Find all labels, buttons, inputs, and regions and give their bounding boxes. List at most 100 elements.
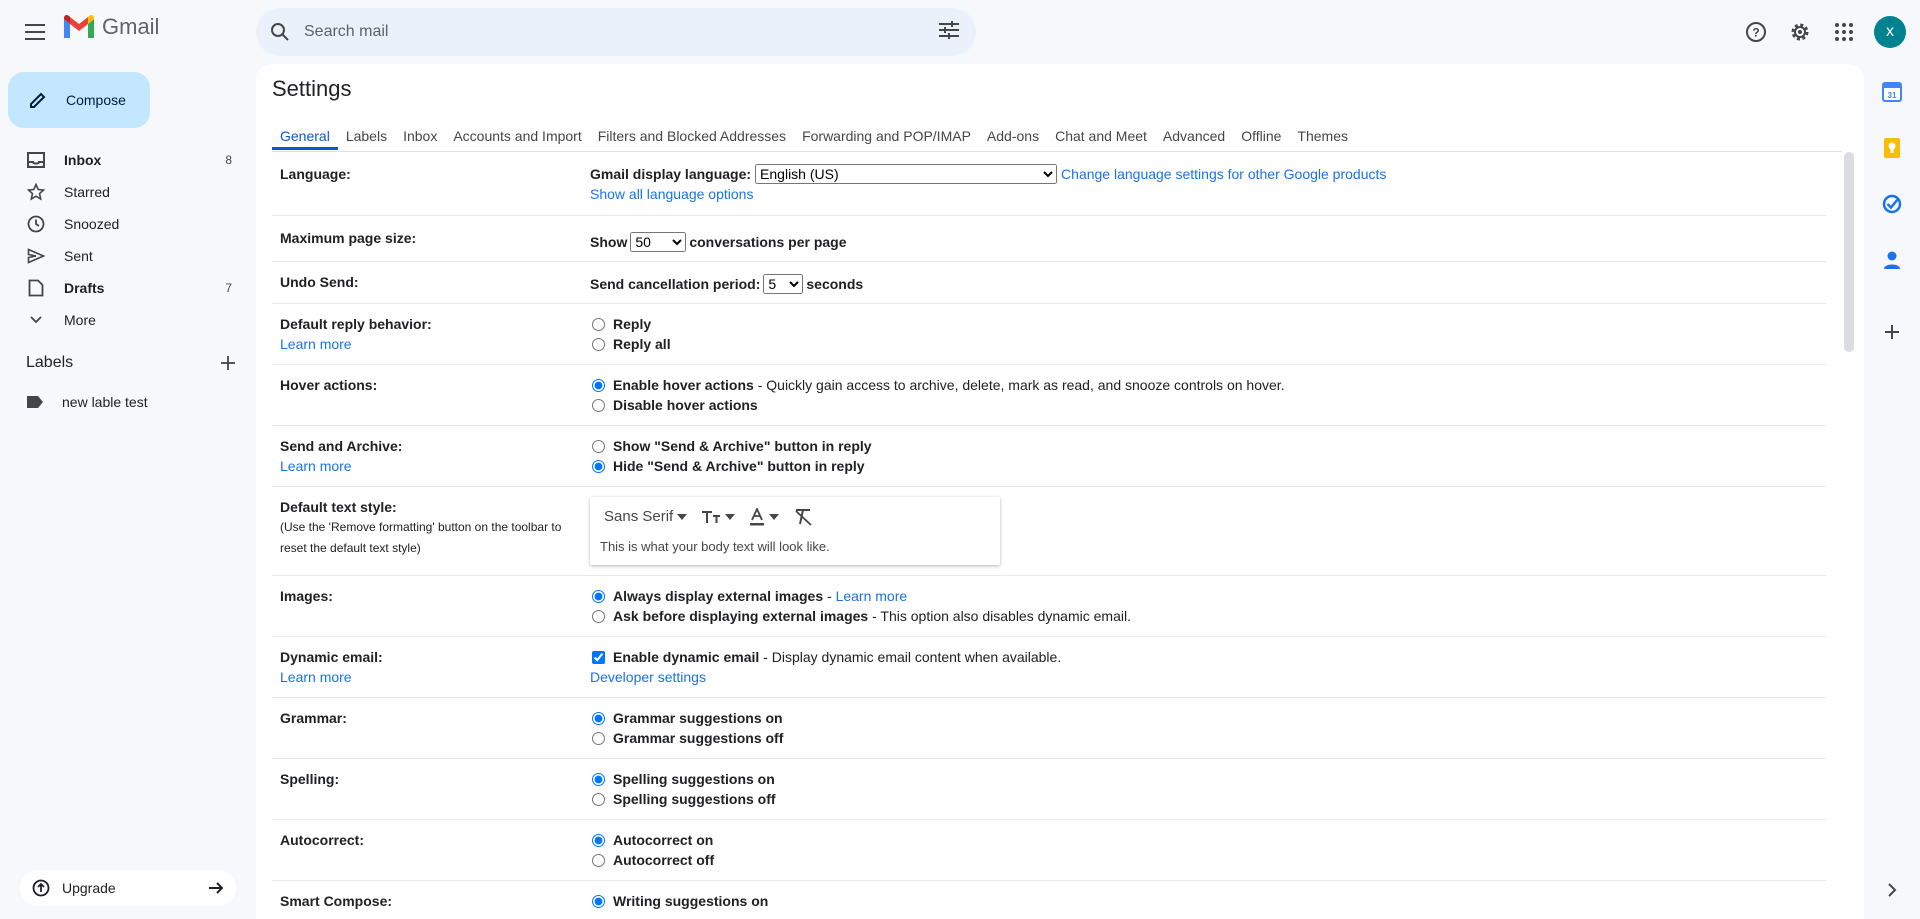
developer-settings-link[interactable]: Developer settings xyxy=(590,669,706,685)
text-color-icon xyxy=(750,508,765,526)
reply-radio[interactable] xyxy=(592,317,605,331)
writing-suggestions-on-option[interactable]: Writing suggestions on xyxy=(590,891,1826,911)
enable-hover-description: - Quickly gain access to archive, delete… xyxy=(753,377,1285,393)
autocorrect-off-option[interactable]: Autocorrect off xyxy=(590,850,1826,870)
sidebar-item-label: Starred xyxy=(64,184,110,200)
disable-hover-radio[interactable] xyxy=(592,398,605,412)
undo-send-period-select[interactable]: 5 xyxy=(763,273,804,294)
grammar-off-radio[interactable] xyxy=(592,731,605,745)
always-display-images-option[interactable]: Always display external images - Learn m… xyxy=(590,586,1826,606)
tab-offline[interactable]: Offline xyxy=(1233,120,1289,150)
main-menu-button[interactable] xyxy=(20,16,52,48)
svg-text:?: ? xyxy=(1752,26,1759,40)
spelling-on-radio[interactable] xyxy=(592,772,605,786)
ask-before-images-option[interactable]: Ask before displaying external images - … xyxy=(590,606,1826,626)
create-label-button[interactable] xyxy=(220,355,236,371)
hide-send-archive-radio[interactable] xyxy=(592,459,605,473)
tab-add-ons[interactable]: Add-ons xyxy=(979,120,1047,150)
compose-button[interactable]: Compose xyxy=(8,72,150,128)
sidebar-item-drafts[interactable]: Drafts 7 xyxy=(0,272,256,304)
autocorrect-on-radio[interactable] xyxy=(592,833,605,847)
hide-send-archive-option[interactable]: Hide "Send & Archive" button in reply xyxy=(590,456,1826,476)
gmail-logo[interactable]: Gmail xyxy=(62,14,159,40)
tasks-app-button[interactable] xyxy=(1876,188,1908,220)
sidebar-item-snoozed[interactable]: Snoozed xyxy=(0,208,256,240)
learn-more-link[interactable]: Learn more xyxy=(280,458,352,474)
reply-option[interactable]: Reply xyxy=(590,314,1826,334)
learn-more-link[interactable]: Learn more xyxy=(280,669,352,685)
settings-button[interactable] xyxy=(1780,12,1820,52)
learn-more-link[interactable]: Learn more xyxy=(836,586,908,606)
disable-hover-actions-option[interactable]: Disable hover actions xyxy=(590,395,1826,415)
page-size-select[interactable]: 50 xyxy=(630,231,687,252)
upgrade-button[interactable]: Upgrade xyxy=(20,870,236,906)
writing-suggestions-on-radio[interactable] xyxy=(592,894,605,908)
tab-inbox[interactable]: Inbox xyxy=(395,120,445,150)
show-send-archive-radio[interactable] xyxy=(592,439,605,453)
font-size-dropdown[interactable] xyxy=(701,510,736,524)
spelling-on-option[interactable]: Spelling suggestions on xyxy=(590,769,1826,789)
enable-dynamic-email-option[interactable]: Enable dynamic email - Display dynamic e… xyxy=(590,647,1826,667)
ask-before-images-radio[interactable] xyxy=(592,609,605,623)
search-bar xyxy=(256,8,976,56)
setting-row-page-size: Maximum page size: Show 50 conversations… xyxy=(272,216,1826,262)
search-button[interactable] xyxy=(256,8,304,56)
star-icon xyxy=(26,182,46,202)
font-family-value: Sans Serif xyxy=(604,508,674,525)
tab-accounts-and-import[interactable]: Accounts and Import xyxy=(445,120,589,150)
grammar-on-radio[interactable] xyxy=(592,711,605,725)
undo-send-prefix: Send cancellation period: xyxy=(590,275,761,292)
keep-app-button[interactable] xyxy=(1876,132,1908,164)
setting-label: Default reply behavior: Learn more xyxy=(280,314,590,356)
autocorrect-off-radio[interactable] xyxy=(592,853,605,867)
show-all-language-options-link[interactable]: Show all language options xyxy=(590,186,753,202)
remove-formatting-button[interactable] xyxy=(793,508,813,526)
reply-all-radio[interactable] xyxy=(592,337,605,351)
tab-general[interactable]: General xyxy=(272,120,338,150)
enable-hover-actions-option[interactable]: Enable hover actions - Quickly gain acce… xyxy=(590,375,1826,395)
sidebar-item-more[interactable]: More xyxy=(0,304,256,336)
scrollbar-thumb[interactable] xyxy=(1844,152,1854,352)
text-style-editor: Sans Serif This is what your body text w… xyxy=(590,497,1000,565)
learn-more-link[interactable]: Learn more xyxy=(280,336,352,352)
enable-hover-radio[interactable] xyxy=(592,378,605,392)
calendar-app-button[interactable]: 31 xyxy=(1876,76,1908,108)
grammar-on-option[interactable]: Grammar suggestions on xyxy=(590,708,1826,728)
sidebar-item-starred[interactable]: Starred xyxy=(0,176,256,208)
autocorrect-on-option[interactable]: Autocorrect on xyxy=(590,830,1826,850)
tab-forwarding-and-pop-imap[interactable]: Forwarding and POP/IMAP xyxy=(794,120,979,150)
search-options-button[interactable] xyxy=(938,20,962,44)
remove-formatting-icon xyxy=(795,509,812,526)
sidebar-item-inbox[interactable]: Inbox 8 xyxy=(0,144,256,176)
tab-filters-and-blocked-addresses[interactable]: Filters and Blocked Addresses xyxy=(590,120,794,150)
get-addons-button[interactable] xyxy=(1876,316,1908,348)
display-language-select[interactable]: English (US) xyxy=(755,164,1058,184)
reply-all-option[interactable]: Reply all xyxy=(590,334,1826,354)
tab-chat-and-meet[interactable]: Chat and Meet xyxy=(1047,120,1155,150)
account-avatar[interactable]: x xyxy=(1874,16,1906,48)
spelling-off-radio[interactable] xyxy=(592,792,605,806)
show-send-archive-option[interactable]: Show "Send & Archive" button in reply xyxy=(590,436,1826,456)
spelling-off-option[interactable]: Spelling suggestions off xyxy=(590,789,1826,809)
support-button[interactable]: ? xyxy=(1736,12,1776,52)
tab-themes[interactable]: Themes xyxy=(1289,120,1356,150)
sidebar-item-label-new-lable-test[interactable]: new lable test xyxy=(26,394,148,410)
unread-count: 7 xyxy=(225,281,232,295)
sidebar-item-sent[interactable]: Sent xyxy=(0,240,256,272)
tab-labels[interactable]: Labels xyxy=(338,120,395,150)
contacts-app-button[interactable] xyxy=(1876,244,1908,276)
google-apps-button[interactable] xyxy=(1824,12,1864,52)
scrollbar[interactable] xyxy=(1844,152,1854,919)
upgrade-label: Upgrade xyxy=(62,880,116,896)
font-family-dropdown[interactable]: Sans Serif xyxy=(604,507,688,527)
enable-dynamic-email-checkbox[interactable] xyxy=(592,650,605,664)
grammar-off-option[interactable]: Grammar suggestions off xyxy=(590,728,1826,748)
always-display-images-radio[interactable] xyxy=(592,589,605,603)
search-input[interactable] xyxy=(304,23,904,41)
tab-advanced[interactable]: Advanced xyxy=(1155,120,1233,150)
text-color-dropdown[interactable] xyxy=(749,508,780,526)
show-side-panel-button[interactable] xyxy=(1876,874,1908,906)
change-language-link[interactable]: Change language settings for other Googl… xyxy=(1061,164,1386,184)
setting-label-text: Dynamic email: xyxy=(280,649,383,665)
top-bar: Gmail ? x xyxy=(0,0,1920,64)
